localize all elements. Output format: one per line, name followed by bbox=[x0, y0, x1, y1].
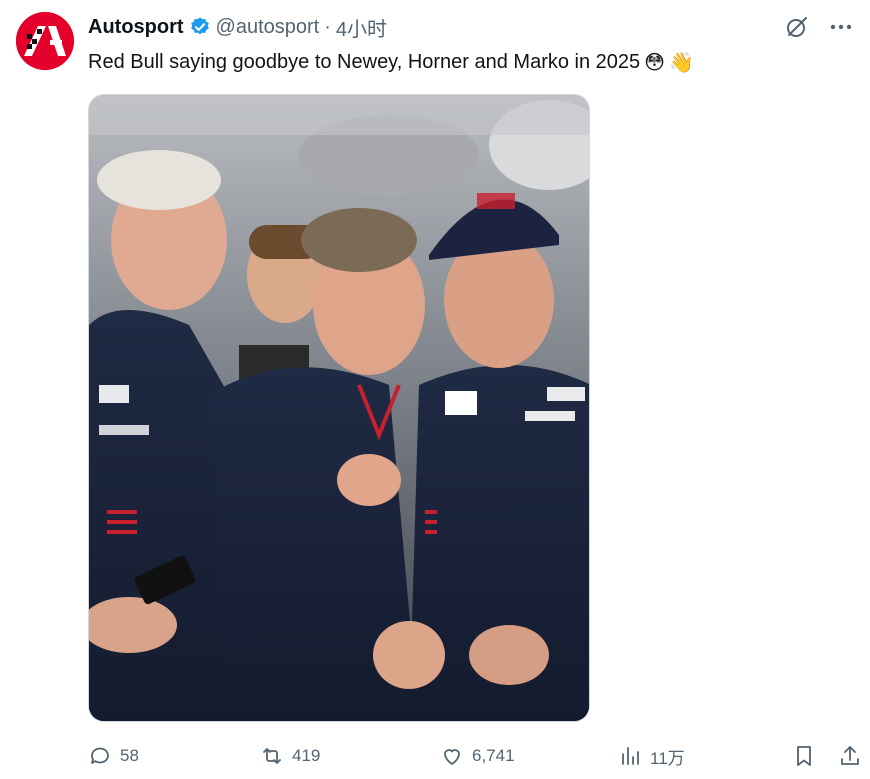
tweet-body: Red Bull saying goodbye to Newey, Horner… bbox=[88, 51, 641, 73]
views-count: 11万 bbox=[650, 748, 685, 768]
separator-dot: · bbox=[324, 15, 331, 38]
account-handle[interactable]: @autosport bbox=[216, 16, 320, 39]
account-name[interactable]: Autosport bbox=[88, 16, 184, 39]
tweet-photo[interactable] bbox=[88, 94, 590, 722]
action-bar: 58 419 6,741 11万 bbox=[88, 740, 870, 772]
verified-badge-icon bbox=[189, 16, 211, 38]
reply-count: 58 bbox=[120, 746, 139, 765]
reply-button[interactable]: 58 bbox=[88, 740, 139, 772]
retweet-icon bbox=[263, 748, 281, 764]
views-chart-icon bbox=[622, 747, 639, 765]
more-dots-icon[interactable] bbox=[828, 14, 854, 40]
autosport-logo bbox=[16, 12, 74, 70]
retweet-button[interactable]: 419 bbox=[260, 740, 320, 772]
top-actions bbox=[784, 14, 854, 40]
photo-illustration bbox=[89, 95, 589, 721]
grok-icon[interactable] bbox=[784, 14, 810, 40]
flushed-face-emoji: 😳 bbox=[644, 50, 666, 74]
bookmark-icon bbox=[797, 746, 811, 766]
share-button[interactable] bbox=[838, 740, 862, 772]
retweet-count: 419 bbox=[292, 746, 321, 765]
heart-icon bbox=[444, 749, 460, 765]
like-count: 6,741 bbox=[472, 746, 515, 765]
timestamp[interactable]: 4小时 bbox=[336, 13, 387, 42]
tweet-header: Autosport @autosport · 4小时 bbox=[88, 13, 387, 42]
bookmark-button[interactable] bbox=[792, 740, 816, 772]
share-icon bbox=[841, 746, 859, 765]
reply-icon bbox=[91, 747, 109, 764]
tweet-text: Red Bull saying goodbye to Newey, Horner… bbox=[88, 48, 694, 76]
like-button[interactable]: 6,741 bbox=[440, 740, 515, 772]
waving-hand-emoji: 👋 bbox=[669, 50, 694, 74]
views-button[interactable]: 11万 bbox=[618, 740, 685, 772]
avatar[interactable] bbox=[16, 12, 74, 70]
